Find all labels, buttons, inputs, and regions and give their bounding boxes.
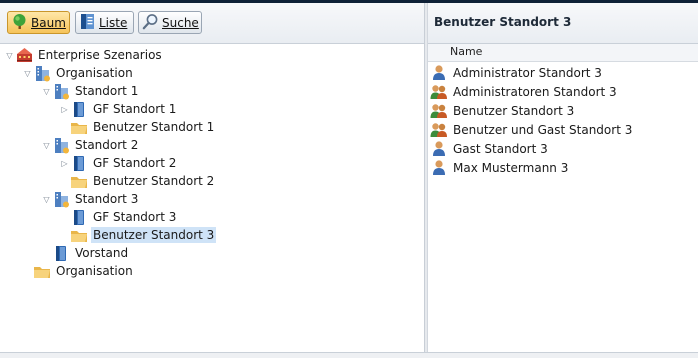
liste-button[interactable]: Liste bbox=[75, 11, 134, 34]
tree-node-label: GF Standort 1 bbox=[93, 102, 177, 116]
expanded-chevron-icon[interactable]: ▽ bbox=[4, 46, 15, 64]
collapsed-chevron-icon[interactable]: ▷ bbox=[59, 100, 70, 118]
folder-icon bbox=[33, 262, 51, 280]
tree-pane: Baum Liste Suche ▽ Enterprise Szenarios … bbox=[0, 3, 424, 352]
tree-node-label: GF Standort 2 bbox=[93, 156, 177, 170]
search-icon bbox=[142, 13, 159, 33]
enterprise-icon bbox=[15, 46, 33, 64]
standort-icon bbox=[52, 190, 70, 208]
tree-icon bbox=[11, 13, 28, 33]
expanded-chevron-icon[interactable]: ▽ bbox=[41, 190, 52, 208]
tree-node-label: Standort 2 bbox=[75, 138, 139, 152]
list-item-label: Max Mustermann 3 bbox=[453, 160, 569, 175]
view-toolbar: Baum Liste Suche bbox=[0, 3, 424, 44]
expanded-chevron-icon[interactable]: ▽ bbox=[22, 64, 33, 82]
book-icon bbox=[70, 100, 88, 118]
expanded-chevron-icon[interactable]: ▽ bbox=[41, 136, 52, 154]
user-icon bbox=[430, 159, 448, 177]
user-group-icon bbox=[430, 83, 448, 101]
suche-button[interactable]: Suche bbox=[138, 11, 202, 34]
tree-node-label: Benutzer Standort 2 bbox=[93, 174, 215, 188]
collapsed-chevron-icon[interactable]: ▷ bbox=[59, 154, 70, 172]
tree-node-organisation[interactable]: ▽ Organisation bbox=[22, 64, 135, 82]
tree-node-enterprise-szenarios[interactable]: ▽ Enterprise Szenarios bbox=[4, 46, 164, 64]
tree-node-gf-standort-2[interactable]: ▷ GF Standort 2 bbox=[59, 154, 178, 172]
folder-icon bbox=[70, 118, 88, 136]
list-item-label: Administrator Standort 3 bbox=[453, 65, 602, 80]
column-header-label: Name bbox=[450, 45, 483, 58]
details-title: Benutzer Standort 3 bbox=[434, 15, 572, 29]
column-header-name[interactable]: Name bbox=[428, 44, 698, 62]
user-group-icon bbox=[430, 121, 448, 139]
tree-node-standort-3[interactable]: ▽ Standort 3 bbox=[41, 190, 140, 208]
tree-node-label: Benutzer Standort 3 bbox=[91, 227, 217, 243]
tree-node-label: Enterprise Szenarios bbox=[38, 48, 162, 62]
tree-node-label: Vorstand bbox=[75, 246, 129, 260]
user-icon bbox=[430, 140, 448, 158]
tree-node-standort-2[interactable]: ▽ Standort 2 bbox=[41, 136, 140, 154]
list-item[interactable]: Administratoren Standort 3 bbox=[428, 82, 619, 101]
book-icon bbox=[70, 208, 88, 226]
tree-node-label: Organisation bbox=[56, 264, 133, 278]
suche-label: Suche bbox=[162, 15, 199, 30]
tree-node-benutzer-standort-3[interactable]: Benutzer Standort 3 bbox=[70, 226, 217, 244]
tree-node-vorstand[interactable]: Vorstand bbox=[52, 244, 130, 262]
list-item-label: Administratoren Standort 3 bbox=[453, 84, 617, 99]
list-item[interactable]: Administrator Standort 3 bbox=[428, 63, 604, 82]
tree-node-gf-standort-3[interactable]: GF Standort 3 bbox=[70, 208, 178, 226]
list-icon bbox=[79, 13, 96, 33]
book-icon bbox=[52, 244, 70, 262]
list-item[interactable]: Gast Standort 3 bbox=[428, 139, 550, 158]
list-item-label: Gast Standort 3 bbox=[453, 141, 548, 156]
tree-node-organisation-folder[interactable]: Organisation bbox=[33, 262, 135, 280]
tree-node-label: Organisation bbox=[56, 66, 133, 80]
tree-node-label: Standort 1 bbox=[75, 84, 139, 98]
list-item[interactable]: Benutzer Standort 3 bbox=[428, 101, 576, 120]
folder-icon bbox=[70, 172, 88, 190]
organisation-icon bbox=[33, 64, 51, 82]
window-bottom-border bbox=[0, 352, 698, 358]
user-group-icon bbox=[430, 102, 448, 120]
tree-node-label: Standort 3 bbox=[75, 192, 139, 206]
tree-node-standort-1[interactable]: ▽ Standort 1 bbox=[41, 82, 140, 100]
expanded-chevron-icon[interactable]: ▽ bbox=[41, 82, 52, 100]
book-icon bbox=[70, 154, 88, 172]
list-item-label: Benutzer Standort 3 bbox=[453, 103, 575, 118]
list-item[interactable]: Benutzer und Gast Standort 3 bbox=[428, 120, 634, 139]
standort-icon bbox=[52, 136, 70, 154]
baum-button[interactable]: Baum bbox=[7, 11, 70, 34]
tree-node-label: Benutzer Standort 1 bbox=[93, 120, 215, 134]
baum-label: Baum bbox=[31, 15, 66, 30]
details-header: Benutzer Standort 3 bbox=[428, 3, 698, 44]
tree-node-benutzer-standort-2[interactable]: Benutzer Standort 2 bbox=[70, 172, 216, 190]
details-pane: Benutzer Standort 3 Name Administrator S… bbox=[428, 3, 698, 352]
list-item-label: Benutzer und Gast Standort 3 bbox=[453, 122, 633, 137]
liste-label: Liste bbox=[99, 15, 128, 30]
tree-node-benutzer-standort-1[interactable]: Benutzer Standort 1 bbox=[70, 118, 216, 136]
tree-node-label: GF Standort 3 bbox=[93, 210, 177, 224]
list-item[interactable]: Max Mustermann 3 bbox=[428, 158, 570, 177]
user-icon bbox=[430, 64, 448, 82]
standort-icon bbox=[52, 82, 70, 100]
tree-node-gf-standort-1[interactable]: ▷ GF Standort 1 bbox=[59, 100, 178, 118]
folder-icon bbox=[70, 226, 88, 244]
